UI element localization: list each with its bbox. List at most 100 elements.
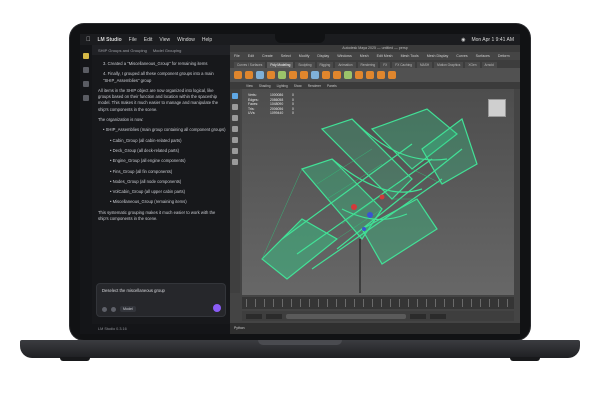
folder-icon[interactable] bbox=[83, 67, 89, 73]
shelf-tab[interactable]: Poly Modeling bbox=[267, 62, 294, 68]
menu-window[interactable]: Window bbox=[177, 37, 195, 43]
chat-message: 4. Finally, I grouped all these componen… bbox=[103, 71, 214, 83]
layout-icon[interactable] bbox=[232, 159, 238, 165]
chat-tab-2[interactable]: Model Grouping bbox=[153, 48, 181, 53]
panel-menu-item[interactable]: Panels bbox=[327, 84, 337, 88]
panel-menu-item[interactable]: View bbox=[246, 84, 253, 88]
apple-icon[interactable]:  bbox=[86, 37, 91, 43]
shelf-tab[interactable]: FX bbox=[380, 62, 391, 68]
shelf-tool-icon[interactable] bbox=[366, 71, 374, 79]
start-frame-field[interactable] bbox=[246, 313, 262, 319]
maya-menu-item[interactable]: Display bbox=[317, 54, 329, 58]
shelf-tool-icon[interactable] bbox=[333, 71, 341, 79]
menu-edit[interactable]: Edit bbox=[144, 37, 153, 43]
wifi-icon[interactable]: ◉ bbox=[461, 37, 465, 43]
settings-icon[interactable] bbox=[83, 95, 89, 101]
max-frame-field[interactable] bbox=[410, 313, 426, 319]
shelf-tool-icon[interactable] bbox=[289, 71, 297, 79]
shelf-tab[interactable]: Rendering bbox=[357, 62, 379, 68]
scale-tool-icon[interactable] bbox=[232, 148, 238, 154]
chat-message: 3. Created a "Miscellaneous_Group" for r… bbox=[103, 61, 208, 66]
paint-tool-icon[interactable] bbox=[232, 115, 238, 121]
shelf-tab[interactable]: Curves / Surfaces bbox=[234, 62, 266, 68]
command-line[interactable]: Python bbox=[230, 323, 520, 334]
composer-input[interactable]: Deselect the miscellaneous group bbox=[102, 288, 165, 293]
foot-right bbox=[510, 357, 540, 361]
shelf-tool-icon[interactable] bbox=[278, 71, 286, 79]
maya-menu-bar: File Edit Create Select Modify Display Windows… bbox=[230, 52, 520, 60]
shelf-icons bbox=[230, 68, 520, 82]
ship-wireframe[interactable] bbox=[242, 89, 514, 295]
shelf-tool-icon[interactable] bbox=[322, 71, 330, 79]
chat-message: • Deck_Group (all deck-related parts) bbox=[110, 147, 179, 153]
perspective-viewport[interactable]: Verts: 1000086 0 Edges: 2086058 0 Faces: 104809… bbox=[242, 89, 514, 295]
maya-menu-item[interactable]: Deform bbox=[498, 54, 510, 58]
maya-menu-item[interactable]: Select bbox=[281, 54, 291, 58]
menu-app-name[interactable]: LM Studio bbox=[98, 37, 122, 43]
shelf-tab[interactable]: XGen bbox=[465, 62, 480, 68]
panel-menu: View Shading Lighting Show Renderer Panels bbox=[230, 82, 520, 89]
shelf-tool-icon[interactable] bbox=[377, 71, 385, 79]
chat-tabs: SHIP Groups and Grouping Model Grouping bbox=[92, 45, 230, 55]
shelf-tool-icon[interactable] bbox=[256, 71, 264, 79]
min-frame-field[interactable] bbox=[266, 313, 282, 319]
chat-app: SHIP Groups and Grouping Model Grouping … bbox=[80, 45, 230, 334]
maya-menu-item[interactable]: Mesh bbox=[360, 54, 369, 58]
menu-help[interactable]: Help bbox=[202, 37, 212, 43]
chat-message: This systematic grouping makes it much e… bbox=[98, 209, 216, 222]
maya-menu-item[interactable]: Curves bbox=[456, 54, 467, 58]
maya-title: Autodesk Maya 2025 — untitled — persp bbox=[230, 45, 520, 52]
menu-clock[interactable]: Mon Apr 1 9:41 AM bbox=[471, 37, 514, 43]
shelf-tool-icon[interactable] bbox=[245, 71, 253, 79]
menu-view[interactable]: View bbox=[159, 37, 170, 43]
maya-menu-item[interactable]: Mesh Display bbox=[427, 54, 449, 58]
panel-menu-item[interactable]: Shading bbox=[259, 84, 271, 88]
end-frame-field[interactable] bbox=[430, 313, 446, 319]
range-bar[interactable] bbox=[286, 313, 406, 319]
chat-composer[interactable]: Deselect the miscellaneous group Model bbox=[96, 283, 226, 317]
maya-menu-item[interactable]: Surfaces bbox=[476, 54, 490, 58]
move-tool-icon[interactable] bbox=[232, 126, 238, 132]
time-slider[interactable] bbox=[242, 297, 514, 309]
maya-menu-item[interactable]: Edit bbox=[248, 54, 254, 58]
search-icon[interactable] bbox=[83, 81, 89, 87]
shelf-tool-icon[interactable] bbox=[300, 71, 308, 79]
chat-message: • Nodes_Group (all node components) bbox=[110, 178, 182, 184]
maya-menu-item[interactable]: Mesh Tools bbox=[401, 54, 419, 58]
shelf-tab[interactable]: Rigging bbox=[316, 62, 334, 68]
lasso-tool-icon[interactable] bbox=[232, 104, 238, 110]
shelf-tab[interactable]: Arnold bbox=[481, 62, 497, 68]
send-button[interactable] bbox=[213, 304, 221, 312]
maya-menu-item[interactable]: Create bbox=[262, 54, 273, 58]
shelf-tool-icon[interactable] bbox=[388, 71, 396, 79]
shelf-tool-icon[interactable] bbox=[311, 71, 319, 79]
maya-menu-item[interactable]: Windows bbox=[337, 54, 352, 58]
select-tool-icon[interactable] bbox=[232, 93, 238, 99]
chat-message: • SHIP_Assemblies (main group containing… bbox=[103, 127, 226, 133]
shelf-tab[interactable]: FX Caching bbox=[392, 62, 415, 68]
shelf-tool-icon[interactable] bbox=[234, 71, 242, 79]
range-slider[interactable] bbox=[242, 311, 514, 321]
model-selector[interactable]: Model bbox=[120, 306, 136, 312]
maya-menu-item[interactable]: Modify bbox=[299, 54, 310, 58]
chat-icon[interactable] bbox=[83, 53, 89, 59]
shelf-tab[interactable]: Sculpting bbox=[295, 62, 315, 68]
mic-icon[interactable] bbox=[111, 306, 116, 312]
menu-file[interactable]: File bbox=[129, 37, 137, 43]
shelf-tab[interactable]: Motion Graphics bbox=[434, 62, 464, 68]
maya-menu-item[interactable]: Edit Mesh bbox=[377, 54, 393, 58]
rotate-tool-icon[interactable] bbox=[232, 137, 238, 143]
chat-message: • Engine_Group (all engine components) bbox=[110, 158, 186, 164]
panel-menu-item[interactable]: Lighting bbox=[277, 84, 288, 88]
screen:  LM Studio File Edit View Window Help ◉… bbox=[80, 34, 520, 334]
panel-menu-item[interactable]: Show bbox=[294, 84, 302, 88]
panel-menu-item[interactable]: Renderer bbox=[308, 84, 321, 88]
attach-icon[interactable] bbox=[102, 306, 107, 312]
shelf-tool-icon[interactable] bbox=[267, 71, 275, 79]
maya-menu-item[interactable]: File bbox=[234, 54, 240, 58]
shelf-tool-icon[interactable] bbox=[355, 71, 363, 79]
shelf-tool-icon[interactable] bbox=[344, 71, 352, 79]
chat-tab-1[interactable]: SHIP Groups and Grouping bbox=[98, 48, 147, 53]
shelf-tab[interactable]: Animation bbox=[335, 62, 356, 68]
shelf-tab[interactable]: MASH bbox=[416, 62, 433, 68]
